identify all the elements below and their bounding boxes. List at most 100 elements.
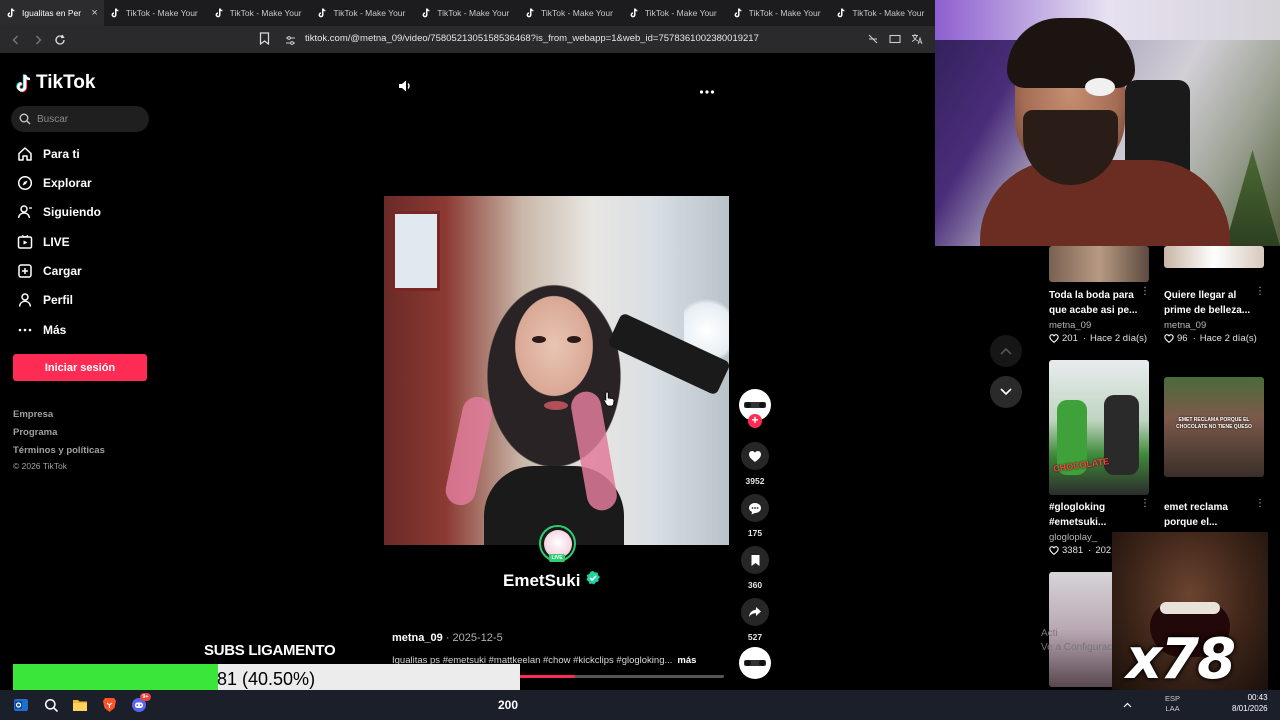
browser-tab[interactable]: TikTok - Make Your: [311, 0, 415, 26]
nav-label: Más: [43, 323, 67, 337]
caption-more-button[interactable]: más: [677, 655, 696, 666]
activation-line: Ve a Configurac: [1041, 642, 1113, 653]
close-tab-icon[interactable]: ×: [91, 7, 97, 19]
rec-thumbnail[interactable]: [1049, 246, 1149, 282]
tiktok-logo[interactable]: TikTok: [16, 72, 95, 94]
rec-title-line: #emetsuki...: [1049, 517, 1107, 528]
rec-stats: 96 · Hace 2 día(s): [1164, 333, 1257, 344]
rec-title[interactable]: Toda la boda para que acabe asi pe...: [1049, 288, 1141, 318]
save-button[interactable]: [741, 546, 769, 574]
search-input[interactable]: [37, 113, 137, 125]
discord-badge: 9+: [140, 693, 151, 701]
video-date: 2025-12-5: [452, 632, 503, 644]
search-taskbar-icon[interactable]: [42, 696, 60, 714]
rec-title-line: que acabe asi pe...: [1049, 305, 1138, 316]
volume-icon[interactable]: [397, 78, 413, 99]
meme-multiplier: x78: [1126, 627, 1236, 690]
rec-thumbnail[interactable]: [1164, 246, 1264, 268]
share-count: 527: [747, 632, 763, 642]
back-icon[interactable]: [6, 30, 26, 50]
nav-perfil[interactable]: Perfil: [16, 291, 73, 309]
next-video-button[interactable]: [990, 376, 1022, 408]
rec-stats: 201 · Hace 2 día(s): [1049, 333, 1147, 344]
video-hair-left: [442, 394, 496, 508]
streamer-webcam: [935, 0, 1280, 246]
address-url[interactable]: tiktok.com/@metna_09/video/7580521305158…: [305, 33, 759, 44]
site-settings-icon[interactable]: [285, 33, 296, 51]
rec-author[interactable]: metna_09: [1164, 320, 1206, 331]
meme-teeth: [1160, 602, 1220, 614]
comment-count: 175: [747, 528, 763, 538]
video-eye-left: [532, 336, 546, 343]
rec-title[interactable]: Quiere llegar al prime de belleza...: [1164, 288, 1256, 318]
translate-icon[interactable]: [911, 32, 923, 50]
rec-menu-icon[interactable]: ⋮: [1255, 498, 1265, 509]
rec-ago: Hace 2 día(s): [1090, 333, 1148, 344]
rec-title-line: #glogloking: [1049, 502, 1106, 513]
brave-browser-icon[interactable]: [100, 696, 118, 714]
browser-tab[interactable]: TikTok - Make Your: [104, 0, 208, 26]
file-explorer-icon[interactable]: [71, 696, 89, 714]
rec-menu-icon[interactable]: ⋮: [1140, 286, 1150, 297]
video-window-scene: [392, 211, 440, 291]
thumb-caption: EMET RECLAMA PORQUE EL CHOCOLATE NO TIEN…: [1176, 417, 1252, 430]
rec-author[interactable]: glogloplay_: [1049, 532, 1097, 543]
rec-author[interactable]: metna_09: [1049, 320, 1091, 331]
system-clock[interactable]: 00:43 8/01/2026: [1232, 692, 1268, 714]
nav-label: LIVE: [43, 235, 70, 249]
rec-menu-icon[interactable]: ⋮: [1255, 286, 1265, 297]
profile-icon: [16, 291, 34, 309]
tab-title: TikTok - Make Your: [333, 8, 406, 18]
tiktok-sidebar: TikTok Para ti Explorar Siguiendo LIVE C…: [0, 53, 165, 690]
nav-para-ti[interactable]: Para ti: [16, 145, 80, 163]
clock-time: 00:43: [1247, 693, 1268, 702]
channel-name-text: EmetSuki: [503, 570, 581, 590]
forward-icon[interactable]: [28, 30, 48, 50]
nav-live[interactable]: LIVE: [16, 233, 70, 251]
rec-title[interactable]: emet reclama porque el...: [1164, 500, 1256, 530]
nav-cargar[interactable]: Cargar: [16, 262, 82, 280]
tiktok-favicon-icon: [421, 8, 432, 19]
browser-tab[interactable]: TikTok - Make Your: [727, 0, 831, 26]
mute-site-icon[interactable]: [867, 32, 879, 50]
rec-title[interactable]: #glogloking #emetsuki...: [1049, 500, 1141, 530]
video-frame[interactable]: [384, 196, 729, 545]
share-button[interactable]: [741, 598, 769, 626]
nav-mas[interactable]: Más: [16, 321, 66, 339]
comment-button[interactable]: [741, 494, 769, 522]
bookmark-icon[interactable]: [259, 32, 270, 50]
tray-chevron-icon[interactable]: [1118, 696, 1136, 714]
browser-tab[interactable]: TikTok - Make Your: [830, 0, 934, 26]
webcam-shirt: [980, 160, 1230, 246]
channel-name[interactable]: EmetSuki: [503, 570, 601, 591]
footer-link-programa[interactable]: Programa: [13, 427, 57, 438]
search-box[interactable]: [11, 106, 149, 132]
follow-plus-icon[interactable]: +: [748, 414, 762, 428]
rec-thumbnail[interactable]: CHOCOLATE: [1049, 360, 1149, 495]
browser-tab[interactable]: TikTok - Make Your: [415, 0, 519, 26]
browser-tab[interactable]: TikTok - Make Your: [208, 0, 312, 26]
video-options-icon[interactable]: [699, 79, 715, 100]
rec-menu-icon[interactable]: ⋮: [1140, 498, 1150, 509]
footer-link-terminos[interactable]: Términos y políticas: [13, 445, 105, 456]
sound-avatar[interactable]: [739, 647, 771, 679]
nav-explorar[interactable]: Explorar: [16, 174, 92, 192]
outlook-icon[interactable]: [12, 696, 30, 714]
cast-icon[interactable]: [889, 32, 901, 50]
language-indicator[interactable]: ESP LAA: [1165, 694, 1180, 714]
heart-outline-icon: [1049, 546, 1059, 555]
reload-icon[interactable]: [50, 30, 70, 50]
previous-video-button[interactable]: [990, 335, 1022, 367]
home-icon: [16, 145, 34, 163]
browser-tab[interactable]: TikTok - Make Your: [519, 0, 623, 26]
video-lips: [544, 401, 568, 410]
footer-link-empresa[interactable]: Empresa: [13, 409, 53, 420]
login-button[interactable]: Iniciar sesión: [13, 354, 147, 381]
rec-dot: ·: [1088, 545, 1092, 556]
browser-tab[interactable]: Igualitas en Per ×: [0, 0, 104, 26]
rec-thumbnail[interactable]: EMET RECLAMA PORQUE EL CHOCOLATE NO TIEN…: [1164, 377, 1264, 477]
nav-siguiendo[interactable]: Siguiendo: [16, 203, 101, 221]
like-button[interactable]: [741, 442, 769, 470]
video-author[interactable]: metna_09 · 2025-12-5: [392, 632, 503, 644]
browser-tab[interactable]: TikTok - Make Your: [623, 0, 727, 26]
